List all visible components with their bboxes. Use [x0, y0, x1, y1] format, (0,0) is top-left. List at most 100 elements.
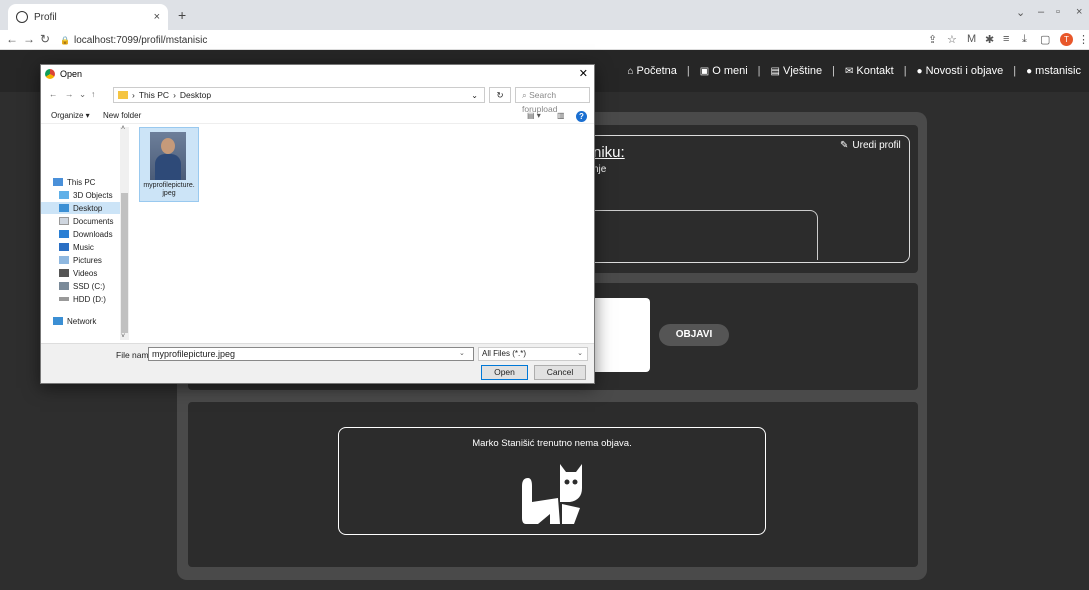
- dialog-refresh-icon[interactable]: ↻: [489, 87, 511, 103]
- envelope-icon: ✉: [844, 65, 854, 77]
- cube-icon: [59, 191, 69, 199]
- profile-avatar[interactable]: T: [1060, 33, 1073, 46]
- close-window-icon[interactable]: ×: [1076, 6, 1082, 18]
- sidebar-item-music[interactable]: Music: [59, 241, 94, 253]
- sidebar-scrollbar-thumb[interactable]: [121, 193, 128, 333]
- sidebar-label: This PC: [67, 177, 96, 187]
- share-icon[interactable]: ⇪: [928, 33, 937, 46]
- sidebar-item-desktop[interactable]: Desktop: [41, 202, 121, 214]
- folder-icon: [118, 91, 128, 99]
- video-icon: [59, 269, 69, 277]
- cancel-button[interactable]: Cancel: [534, 365, 586, 380]
- preview-pane-icon[interactable]: ▥: [557, 111, 565, 120]
- address-bar-row: ← → ↻ 🔒 localhost:7099/profil/mstanisic …: [0, 30, 1089, 50]
- sidebar-item-videos[interactable]: Videos: [59, 267, 97, 279]
- sidebar-item-3d-objects[interactable]: 3D Objects: [59, 189, 113, 201]
- nav-about[interactable]: ▣ O meni: [700, 65, 748, 77]
- dialog-title: Open: [60, 69, 83, 79]
- book-icon: ▤: [770, 65, 780, 77]
- new-tab-button[interactable]: +: [178, 7, 186, 23]
- gmail-extension-icon[interactable]: M: [967, 33, 976, 45]
- dialog-forward-icon[interactable]: →: [65, 89, 74, 99]
- nav-label: Kontakt: [856, 65, 894, 77]
- edit-profile-button[interactable]: ✎ Uredi profil: [840, 140, 901, 151]
- dialog-footer: File name: myprofilepicture.jpeg ⌄ All F…: [41, 343, 594, 383]
- file-type-select[interactable]: All Files (*.*) ⌄: [478, 347, 588, 361]
- open-button[interactable]: Open: [481, 365, 528, 380]
- music-icon: [59, 243, 69, 251]
- url-field[interactable]: 🔒 localhost:7099/profil/mstanisic: [60, 32, 920, 48]
- organize-button[interactable]: Organize ▾: [51, 111, 90, 120]
- reload-icon[interactable]: ↻: [40, 32, 50, 46]
- menu-icon[interactable]: ⋮: [1078, 33, 1089, 46]
- nav-user[interactable]: ● mstanisic: [1026, 65, 1081, 77]
- dialog-up-icon[interactable]: ↑: [91, 89, 95, 99]
- user-edit-icon: ✎: [840, 140, 849, 151]
- home-icon: ⌂: [627, 65, 634, 77]
- sidebar-item-downloads[interactable]: Downloads: [59, 228, 113, 240]
- nav-news[interactable]: ● Novosti i objave: [917, 65, 1004, 77]
- help-icon[interactable]: ?: [576, 111, 587, 122]
- sidebar-item-pictures[interactable]: Pictures: [59, 254, 102, 266]
- forward-icon[interactable]: →: [23, 32, 35, 46]
- nav-home[interactable]: ⌂ Početna: [627, 65, 676, 77]
- dialog-sidebar: This PC 3D Objects Desktop Documents Dow…: [41, 125, 129, 342]
- scroll-up-icon[interactable]: ˄: [121, 125, 125, 132]
- scroll-down-icon[interactable]: ˅: [121, 333, 125, 340]
- file-name-input[interactable]: myprofilepicture.jpeg: [148, 347, 474, 361]
- dialog-close-icon[interactable]: ✕: [579, 67, 588, 80]
- dialog-back-icon[interactable]: ←: [49, 89, 58, 99]
- side-panel-icon[interactable]: ▢: [1040, 33, 1050, 46]
- nav-label: Početna: [636, 65, 677, 77]
- image-thumbnail: [150, 132, 186, 180]
- reading-list-icon[interactable]: ≡: [1003, 33, 1009, 45]
- user-info-heading: niku:: [593, 144, 625, 161]
- nav-label: Vještine: [782, 65, 823, 77]
- sidebar-item-this-pc[interactable]: This PC: [53, 176, 95, 188]
- dialog-search-input[interactable]: ⌕ Search forupload: [515, 87, 590, 114]
- maximize-icon[interactable]: ▫: [1056, 6, 1060, 18]
- sidebar-item-hdd[interactable]: HDD (D:): [59, 293, 106, 305]
- sidebar-label: 3D Objects: [73, 190, 113, 200]
- download-icon: [59, 230, 69, 238]
- browser-tab[interactable]: Profil ×: [8, 4, 168, 30]
- breadcrumb-desktop[interactable]: Desktop: [180, 90, 211, 100]
- site-favicon-icon: [16, 11, 28, 23]
- extension-icon[interactable]: ✱: [985, 33, 994, 46]
- tab-title: Profil: [34, 11, 57, 23]
- minimize-icon[interactable]: –: [1038, 6, 1044, 18]
- nav-skills[interactable]: ▤ Vještine: [771, 65, 823, 77]
- publish-button[interactable]: OBJAVI: [659, 324, 729, 346]
- sidebar-item-ssd[interactable]: SSD (C:): [59, 280, 105, 292]
- file-name-dropdown-icon[interactable]: ⌄: [459, 349, 465, 357]
- tab-close-icon[interactable]: ×: [154, 11, 160, 23]
- user-icon: ●: [1026, 65, 1033, 77]
- empty-posts-text: Marko Stanišić trenutno nema objava.: [472, 438, 632, 449]
- new-folder-button[interactable]: New folder: [103, 111, 141, 120]
- tab-search-icon[interactable]: ⌄: [1016, 6, 1025, 19]
- desktop-icon: [59, 204, 69, 212]
- dialog-recent-icon[interactable]: ⌄: [79, 89, 86, 100]
- cat-icon: [522, 464, 582, 524]
- user-detail-box: [580, 210, 818, 260]
- comments-icon: ●: [916, 65, 923, 77]
- browser-tab-bar: Profil × + ⌄ – ▫ ×: [0, 0, 1089, 30]
- chrome-icon: [45, 69, 55, 79]
- back-icon[interactable]: ←: [6, 32, 18, 46]
- nav-contact[interactable]: ✉ Kontakt: [845, 65, 894, 77]
- file-type-value: All Files (*.*): [482, 349, 527, 358]
- sidebar-label: Music: [73, 242, 94, 252]
- nav-label: O meni: [712, 65, 748, 77]
- file-item-name: myprofilepicture. jpeg: [143, 182, 195, 197]
- sidebar-label: Network: [67, 316, 97, 326]
- view-options-icon[interactable]: ▤ ▾: [527, 111, 541, 120]
- download-icon[interactable]: ⤓: [1022, 33, 1027, 46]
- sidebar-item-documents[interactable]: Documents: [59, 215, 113, 227]
- chevron-down-icon: ⌄: [577, 350, 583, 357]
- breadcrumb-this-pc[interactable]: This PC: [139, 90, 169, 100]
- path-dropdown-icon[interactable]: ⌄: [471, 91, 478, 100]
- sidebar-item-network[interactable]: Network: [53, 315, 96, 327]
- path-breadcrumb[interactable]: › This PC › Desktop ⌄: [113, 87, 485, 103]
- bookmark-star-icon[interactable]: ☆: [947, 33, 957, 46]
- file-item[interactable]: myprofilepicture. jpeg: [139, 127, 199, 202]
